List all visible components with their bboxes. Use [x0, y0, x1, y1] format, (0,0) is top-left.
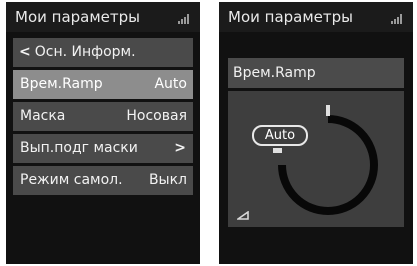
dial-max-marker — [326, 105, 330, 116]
device-screen-menu: Мои параметры < Осн. Информ. Врем.Ramp Au… — [6, 2, 200, 264]
menu-item-label: Маска — [20, 108, 66, 124]
menu-item-label: Режим самол. — [20, 172, 123, 188]
menu-item-label: Врем.Ramp — [20, 76, 103, 92]
screen-title: Мои параметры — [228, 8, 353, 26]
menu-item-value: Auto — [154, 76, 187, 92]
signal-strength-icon — [178, 14, 190, 24]
menu-item-back[interactable]: < Осн. Информ. — [13, 38, 193, 67]
menu-item-value: Носовая — [126, 108, 187, 124]
screen-title: Мои параметры — [15, 8, 140, 26]
device-screen-detail: Мои параметры Врем.Ramp Auto — [219, 2, 413, 264]
menu-item-mask[interactable]: Маска Носовая — [13, 102, 193, 131]
chevron-right-icon: > — [174, 140, 186, 156]
title-bar: Мои параметры — [219, 2, 413, 32]
menu-item-airplane-mode[interactable]: Режим самол. Выкл — [13, 166, 193, 195]
parameter-label: Врем.Ramp — [228, 58, 404, 88]
chevron-left-icon: < — [19, 44, 31, 60]
menu-item-ramp-time[interactable]: Врем.Ramp Auto — [13, 70, 193, 99]
ramp-dial-panel: Auto — [228, 91, 404, 227]
menu-item-label: Вып.подг маски — [20, 140, 138, 156]
ramp-icon — [237, 211, 249, 220]
menu-item-value: Выкл — [148, 172, 187, 188]
title-bar: Мои параметры — [6, 2, 200, 32]
dial-value-badge: Auto — [252, 125, 308, 146]
dial-position-marker — [273, 148, 282, 153]
menu-item-mask-fit[interactable]: Вып.подг маски > — [13, 134, 193, 163]
menu-item-label: Осн. Информ. — [34, 44, 136, 60]
ramp-dial[interactable] — [228, 91, 404, 227]
settings-menu: < Осн. Информ. Врем.Ramp Auto Маска Носов… — [13, 38, 193, 198]
signal-strength-icon — [391, 14, 403, 24]
